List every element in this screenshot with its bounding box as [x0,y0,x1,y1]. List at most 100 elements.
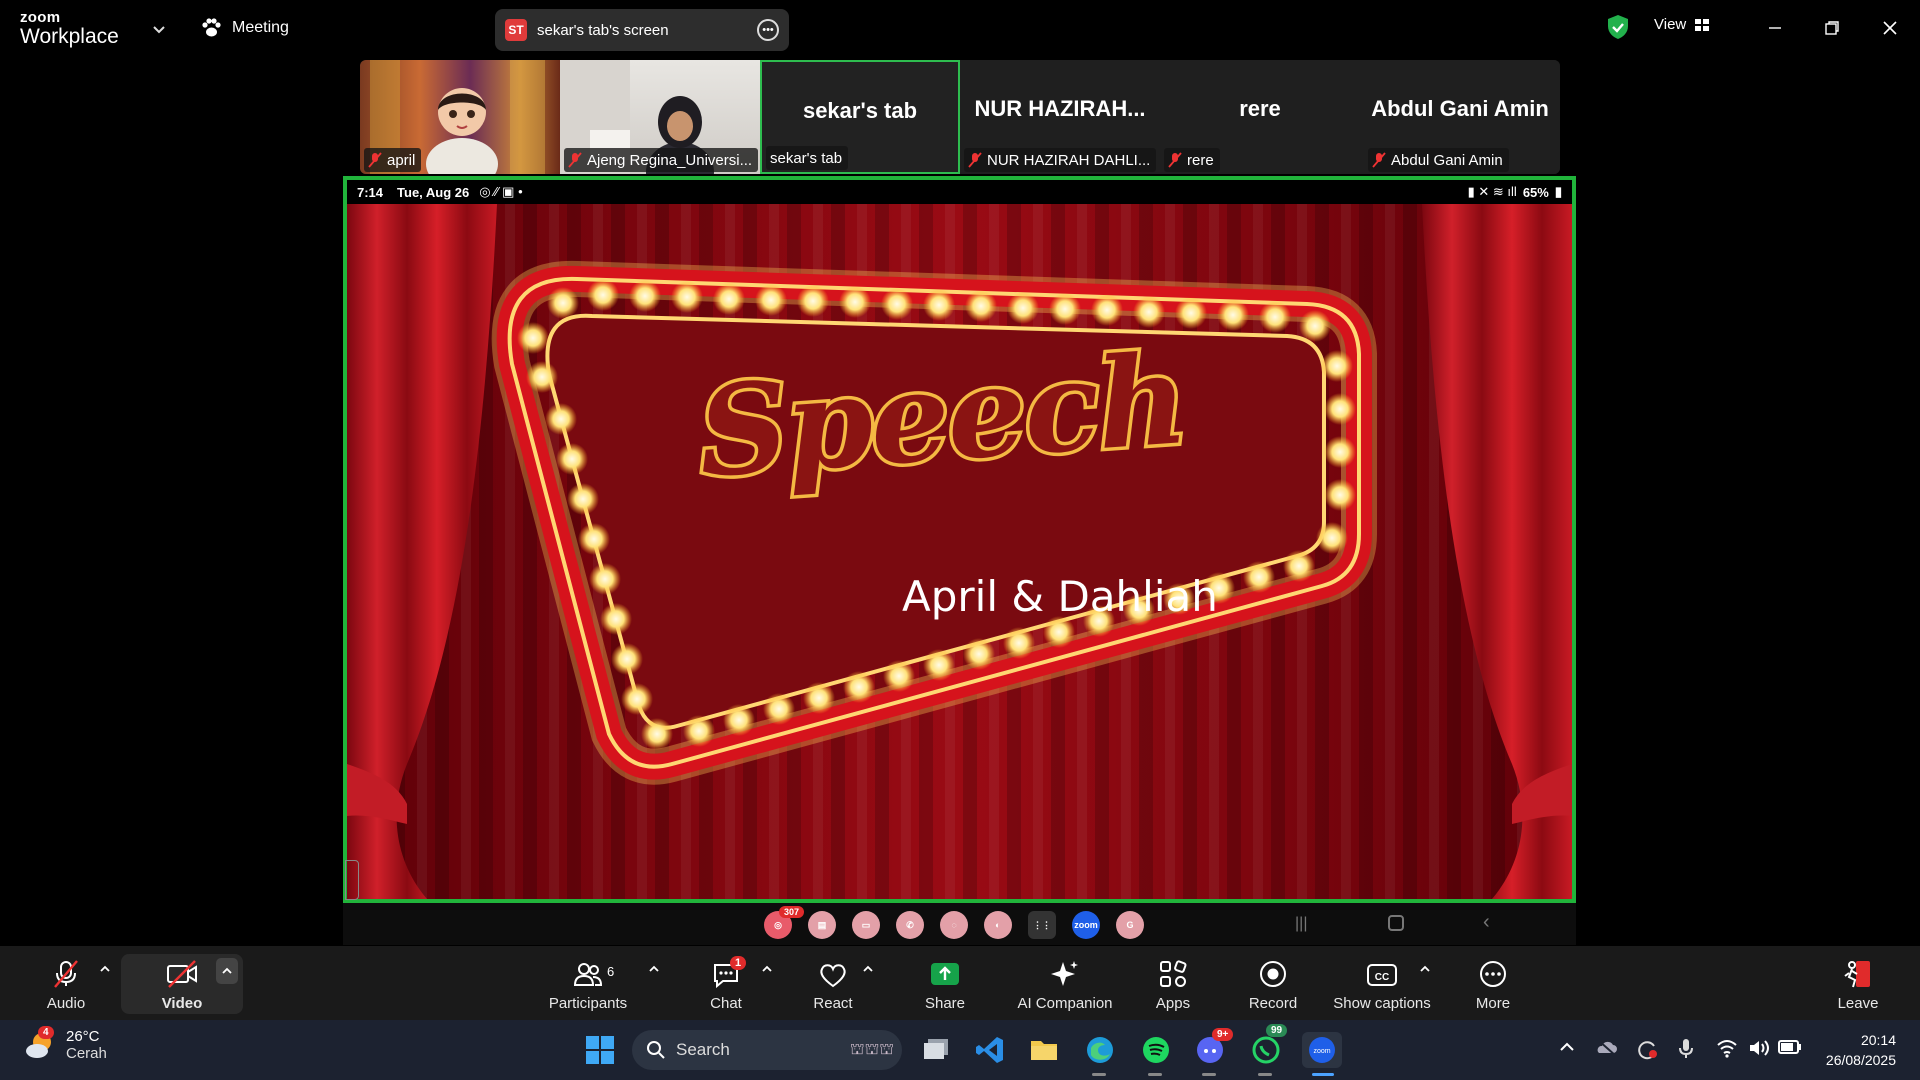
participant-tile[interactable]: april [360,60,560,174]
weather-condition: Cerah [66,1045,107,1062]
google-app-icon[interactable]: G [1116,911,1144,939]
participant-tile[interactable]: Ajeng Regina_Universi... [560,60,760,174]
ai-companion-button[interactable]: AI Companion [1013,946,1117,1020]
start-button[interactable] [582,1032,618,1068]
wifi-icon[interactable] [1716,1038,1738,1058]
folder-icon [1031,1041,1057,1060]
phone-nav-bar: ◎ 307 ▤ ▭ ✆ ◌ ◐ ⋮⋮ zoom G ||| ‹ [343,903,1576,945]
chat-app-icon[interactable]: ◌ [940,911,968,939]
more-options-icon[interactable]: ••• [757,19,779,41]
file-explorer-alt-icon[interactable] [918,1032,954,1068]
battery-icon: ▮ [1554,184,1562,199]
record-button[interactable]: Record [1246,946,1300,1020]
encryption-shield-icon[interactable] [1606,14,1630,40]
participants-label: Participants [548,995,628,1012]
restore-button[interactable] [1818,14,1846,42]
participants-button[interactable]: Participants [548,946,628,1020]
close-button[interactable] [1876,14,1904,42]
show-captions-button[interactable]: CC Show captions [1332,946,1432,1020]
sharer-avatar: ST [505,19,527,41]
back-icon[interactable]: ‹ [1483,911,1490,934]
participant-tile[interactable]: NUR HAZIRAH... NUR HAZIRAH DAHLI... [960,60,1160,174]
whatsapp-icon[interactable] [1248,1032,1284,1068]
clock-time: 20:14 [1860,1032,1896,1048]
react-button[interactable]: React [808,946,858,1020]
participants-caret-icon[interactable] [647,962,661,976]
side-panel-handle[interactable] [345,860,359,900]
edge-icon[interactable] [1082,1032,1118,1068]
spotify-icon[interactable] [1138,1032,1174,1068]
weather-widget[interactable]: 4 26°C Cerah [24,1026,107,1062]
chevron-down-icon[interactable] [150,20,168,38]
audio-options-caret-icon[interactable] [98,962,112,976]
view-button[interactable]: View [1654,16,1710,33]
meeting-menu-button[interactable]: Meeting [200,14,289,42]
vscode-icon[interactable] [972,1032,1008,1068]
heart-icon [820,964,846,988]
home-icon[interactable] [1388,915,1404,931]
paw-icon [202,18,221,37]
zoom-taskbar-icon[interactable]: zoom [1302,1032,1342,1068]
app-drawer-icon[interactable]: ⋮⋮ [1028,911,1056,939]
meeting-toolbar: Audio Video Participants 6 Chat 1 React … [0,946,1920,1020]
active-indicator [1312,1073,1334,1076]
files-app-icon[interactable]: ▭ [852,911,880,939]
battery-icon[interactable] [1778,1038,1802,1056]
closed-captions-icon: CC [1367,964,1397,986]
speech-slide [347,204,1572,899]
notification-icons: ◎ ⁄⁄ ▣ • [479,184,523,199]
participant-tile[interactable]: rere rere [1160,60,1360,174]
audio-button[interactable]: Audio [40,946,92,1020]
system-clock[interactable]: 20:14 26/08/2025 [1826,1030,1896,1070]
shared-screen[interactable]: 7:14 Tue, Aug 26 ◎ ⁄⁄ ▣ • ▮ ✕ ≋ ıll 65% … [343,176,1576,903]
record-label: Record [1248,995,1298,1012]
show-hidden-icons-icon[interactable] [1558,1038,1576,1056]
phone-app-icon[interactable]: ✆ [896,911,924,939]
participant-tile-active[interactable]: sekar's tab sekar's tab [760,60,960,174]
running-indicator [1092,1073,1106,1076]
participant-name-tag: Abdul Gani Amin [1368,148,1509,172]
captions-caret-icon[interactable] [1418,962,1432,976]
chat-unread-badge: 1 [730,956,747,970]
chat-label: Chat [710,995,742,1012]
participant-name-tag: sekar's tab [766,146,849,170]
apps-button[interactable]: Apps [1154,946,1192,1020]
browser-app-icon[interactable]: ◐ [984,911,1012,939]
video-options-button[interactable] [216,958,238,984]
windows-taskbar: 4 26°C Cerah Search ⛫⛫⛫ 9+ 99 zoom 20:14… [0,1020,1920,1080]
sync-alert-icon[interactable] [1636,1038,1658,1060]
participant-tile[interactable]: Abdul Gani Amin Abdul Gani Amin [1360,60,1560,174]
messages-app-icon[interactable]: ▤ [808,911,836,939]
share-button[interactable]: Share [922,946,968,1020]
file-explorer-icon[interactable] [1026,1032,1062,1068]
title-bar: zoom Workplace Meeting ST sekar's tab's … [0,0,1920,56]
chat-caret-icon[interactable] [760,962,774,976]
weather-badge: 4 [38,1026,54,1039]
react-label: React [813,995,853,1012]
leave-button[interactable]: Leave [1836,946,1880,1020]
participant-big-name: sekar's tab [802,98,918,123]
leave-label: Leave [1837,995,1879,1012]
zoom-app-icon[interactable]: zoom [1072,911,1100,939]
more-label: More [1475,995,1511,1012]
screen-share-indicator[interactable]: ST sekar's tab's screen ••• [495,9,789,51]
svg-text:CC: CC [1375,972,1389,983]
participant-name: Abdul Gani Amin [1391,151,1503,169]
participant-name-tag: NUR HAZIRAH DAHLI... [964,148,1157,172]
recent-apps-icon[interactable]: ||| [1295,915,1307,933]
phone-battery: 65% [1522,184,1549,200]
participant-big-name: NUR HAZIRAH... [974,96,1146,121]
more-icon [1480,961,1506,987]
video-button[interactable]: Video [155,946,209,1020]
minimize-button[interactable] [1761,14,1789,42]
volume-icon[interactable] [1748,1038,1770,1058]
spotify-logo-icon [1143,1037,1169,1063]
running-indicator [1258,1073,1272,1076]
onedrive-off-icon[interactable] [1596,1038,1618,1058]
react-caret-icon[interactable] [861,962,875,976]
participant-name-tag: Ajeng Regina_Universi... [564,148,759,172]
microphone-icon[interactable] [1678,1038,1694,1060]
more-button[interactable]: More [1472,946,1514,1020]
taskbar-search[interactable]: Search ⛫⛫⛫ [632,1030,902,1070]
whatsapp-badge: 99 [1266,1024,1288,1037]
